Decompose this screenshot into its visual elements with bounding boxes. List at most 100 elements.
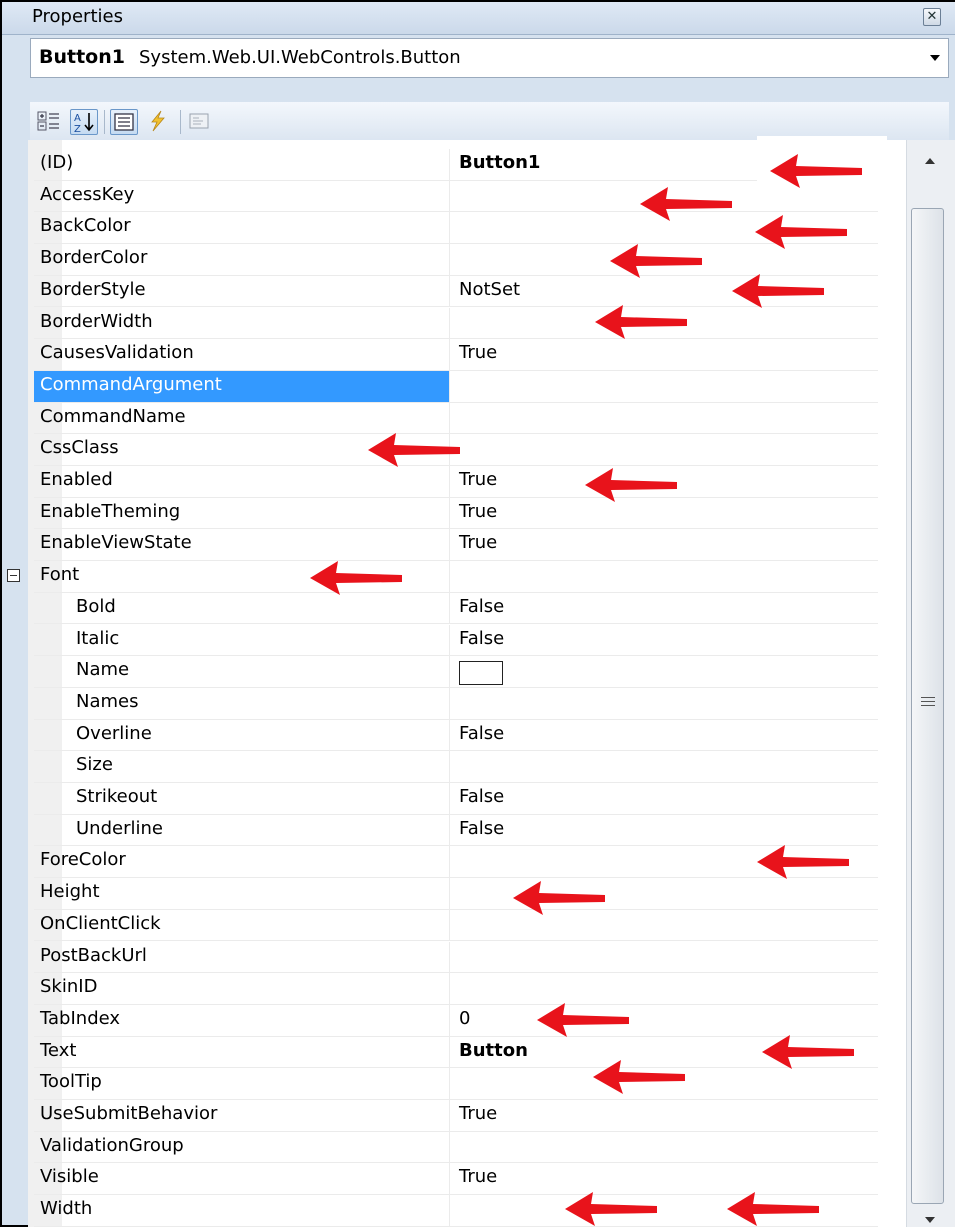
property-row[interactable]: UseSubmitBehavior True [34,1100,878,1132]
property-name: (ID) [40,152,74,173]
property-row[interactable]: SkinID [34,973,878,1005]
property-row[interactable]: Text Button [34,1036,878,1069]
collapse-icon[interactable] [7,569,20,583]
property-name: EnableViewState [40,532,192,554]
property-value[interactable]: True [459,532,497,553]
property-row[interactable]: Names [34,687,878,720]
properties-toolbar: A Z [30,102,949,142]
object-selector-dropdown[interactable]: Button1 System.Web.UI.WebControls.Button [30,38,949,78]
property-row[interactable]: Enabled True [34,466,878,498]
svg-text:A: A [74,113,81,124]
property-name: Italic [76,627,120,649]
property-name: SkinID [40,976,98,998]
property-value[interactable]: False [459,596,504,617]
property-value[interactable]: NotSet [459,279,520,300]
property-name: BorderWidth [40,310,153,332]
property-value[interactable]: True [459,469,497,490]
property-row[interactable]: EnableTheming True [34,497,878,530]
property-value[interactable]: False [459,786,504,807]
property-name: CommandArgument [40,373,222,395]
property-row[interactable]: BorderColor [34,244,878,276]
property-value[interactable]: True [459,1103,497,1124]
property-row[interactable]: Bold False [34,592,878,625]
property-row[interactable]: CommandName [34,402,878,435]
property-value[interactable]: 0 [459,1008,470,1029]
property-name: Width [40,1198,93,1220]
property-name: BorderStyle [40,278,146,300]
property-name: Enabled [40,469,113,490]
property-row[interactable]: TabIndex 0 [34,1004,878,1037]
events-lightning-icon[interactable] [144,109,172,135]
property-name: Size [76,754,113,776]
property-value[interactable]: True [459,501,497,522]
property-row[interactable]: CausesValidation True [34,339,878,371]
property-row[interactable]: BorderWidth [34,307,878,340]
property-value[interactable]: False [459,818,504,839]
property-name: Name [76,659,130,681]
scroll-up-icon[interactable] [925,158,935,164]
property-name: CssClass [40,437,119,459]
property-row[interactable]: CommandArgument [34,370,878,403]
property-row[interactable]: Visible True [34,1163,878,1196]
property-value[interactable]: True [459,1166,497,1187]
property-name: CausesValidation [40,342,194,364]
object-type: System.Web.UI.WebControls.Button [139,47,461,68]
property-value[interactable]: False [459,628,504,649]
property-name: CommandName [40,405,186,427]
window-title: Properties [32,6,123,27]
property-name: Bold [76,595,116,617]
property-row[interactable]: CssClass [34,434,878,466]
property-row[interactable]: PostBackUrl [34,941,878,974]
property-row[interactable]: BorderStyle NotSet [34,275,878,308]
property-row[interactable]: OnClientClick [34,909,878,942]
scrollbar-thumb[interactable] [911,208,944,1204]
property-name: ToolTip [40,1071,102,1093]
property-row[interactable]: ForeColor [34,846,878,879]
property-name: Overline [76,722,152,744]
vertical-scrollbar[interactable] [906,140,955,1227]
title-bar: Properties ✕ [2,2,955,35]
property-row[interactable]: (ID) Button1 [34,149,878,181]
alphabetical-sort-icon[interactable]: A Z [70,109,98,135]
property-row[interactable]: Underline False [34,814,878,847]
property-name: TabIndex [40,1007,121,1029]
property-name: EnableTheming [40,500,181,522]
property-row[interactable]: ToolTip [34,1068,878,1100]
property-row[interactable]: Overline False [34,719,878,752]
property-name: Height [40,881,100,903]
close-icon[interactable]: ✕ [923,8,941,26]
property-row[interactable]: BackColor [34,212,878,245]
property-value[interactable]: Button1 [459,152,540,173]
font-name-value-box[interactable] [459,661,503,686]
property-row[interactable]: AccessKey [34,180,878,213]
property-name: PostBackUrl [40,944,147,966]
property-value[interactable]: True [459,342,497,363]
property-value[interactable]: False [459,723,504,744]
properties-icon[interactable] [110,109,138,135]
property-row[interactable]: Italic False [34,624,878,657]
property-row[interactable]: Width [34,1195,878,1227]
property-name: Strikeout [76,786,158,807]
property-name: BorderColor [40,247,148,269]
property-row[interactable]: Size [34,751,878,783]
property-name: Font [40,564,80,586]
categorized-icon[interactable] [36,109,64,135]
object-name: Button1 [39,46,125,68]
property-name: AccessKey [40,183,135,205]
property-name: Underline [76,817,163,839]
property-row[interactable]: Name [34,656,878,688]
property-row[interactable]: Strikeout False [34,783,878,815]
property-row[interactable]: Height [34,878,878,910]
property-name: Visible [40,1166,99,1188]
property-value[interactable]: Button [459,1040,528,1061]
scroll-down-icon[interactable] [925,1217,935,1223]
property-name: UseSubmitBehavior [40,1103,218,1124]
svg-text:Z: Z [74,124,81,134]
property-name: Text [40,1039,77,1061]
chevron-down-icon[interactable] [930,55,940,61]
property-row[interactable]: EnableViewState True [34,529,878,562]
property-pages-icon[interactable] [186,109,214,135]
property-row[interactable]: Font [7,561,878,593]
property-name: ValidationGroup [40,1134,184,1156]
property-row[interactable]: ValidationGroup [34,1131,878,1164]
